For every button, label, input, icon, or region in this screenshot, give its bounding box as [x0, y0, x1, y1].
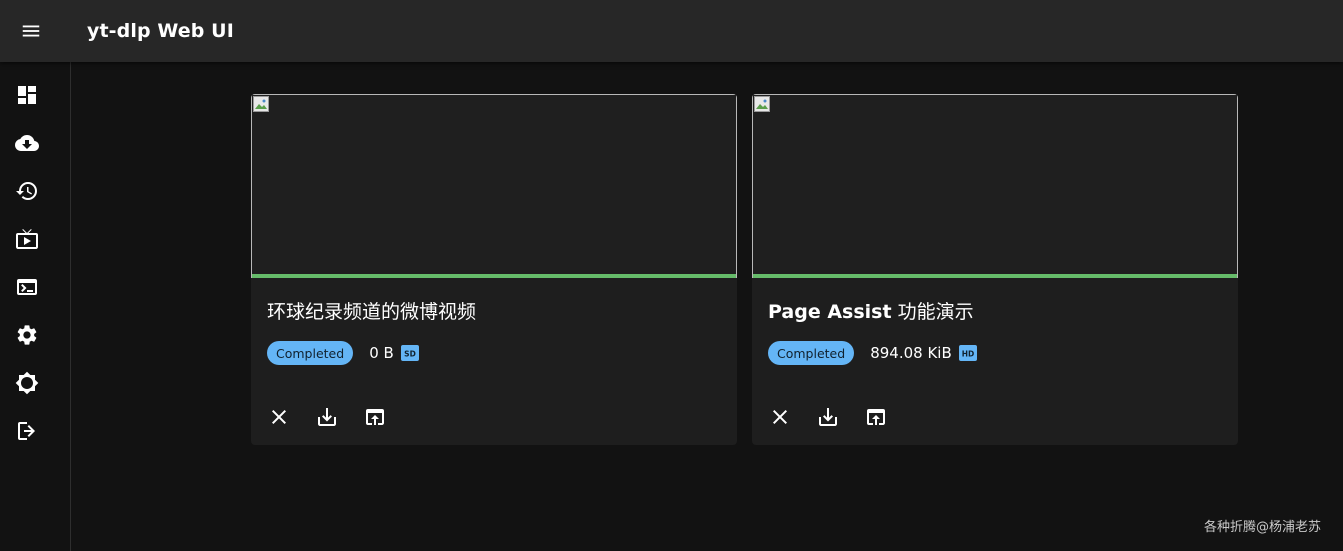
open-in-browser-icon: [366, 409, 384, 425]
sidebar-item-history[interactable]: [0, 169, 70, 213]
open-in-browser-icon: [867, 409, 885, 425]
card-actions: [267, 405, 411, 429]
sidebar-item-theme-toggle[interactable]: [0, 361, 70, 405]
download-file-button[interactable]: [315, 405, 339, 429]
download-meta: Completed 0 B SD: [267, 341, 419, 365]
history-icon: [16, 182, 37, 200]
menu-button[interactable]: [0, 0, 62, 62]
close-icon: [773, 410, 787, 424]
sidebar-item-downloads[interactable]: [0, 121, 70, 165]
open-button[interactable]: [864, 405, 888, 429]
download-progress-bar: [252, 274, 736, 278]
delete-button[interactable]: [267, 405, 291, 429]
logout-icon: [18, 422, 35, 440]
sidebar-item-dashboard[interactable]: [0, 73, 70, 117]
download-card: Page Assist 功能演示 Completed 894.08 KiB HD: [752, 94, 1238, 445]
video-title-bold: Page Assist: [768, 301, 892, 323]
broken-image-icon: [754, 96, 770, 112]
app-bar: yt-dlp Web UI: [0, 0, 1343, 62]
status-chip: Completed: [768, 341, 855, 365]
video-title-rest: 功能演示: [891, 301, 974, 323]
live-tv-icon: [16, 229, 38, 249]
brightness-icon: [15, 371, 39, 395]
download-meta: Completed 894.08 KiB HD: [768, 341, 977, 365]
sidebar-item-settings[interactable]: [0, 313, 70, 357]
card-actions: [768, 405, 912, 429]
svg-text:SD: SD: [404, 350, 416, 359]
open-button[interactable]: [363, 405, 387, 429]
cloud-download-icon: [15, 135, 39, 151]
status-chip: Completed: [267, 341, 354, 365]
video-title: 环球纪录频道的微博视频: [267, 301, 477, 323]
sd-icon: SD: [400, 345, 419, 361]
download-card: 环球纪录频道的微博视频 Completed 0 B SD: [251, 94, 737, 445]
watermark: 各种折腾@杨浦老苏: [1203, 520, 1321, 535]
download-icon: [819, 408, 837, 426]
menu-icon: [22, 25, 40, 37]
progress-fill: [753, 274, 1237, 278]
delete-button[interactable]: [768, 405, 792, 429]
video-thumbnail: [752, 94, 1238, 278]
sidebar-item-live-stream[interactable]: [0, 217, 70, 261]
file-size: 894.08 KiB: [870, 344, 952, 362]
file-size: 0 B: [369, 344, 394, 362]
download-icon: [318, 408, 336, 426]
app-title: yt-dlp Web UI: [87, 20, 234, 42]
svg-text:HD: HD: [961, 350, 974, 359]
dashboard-icon: [18, 86, 36, 104]
terminal-icon: [17, 279, 37, 295]
broken-image-icon: [253, 96, 269, 112]
sidebar-item-terminal[interactable]: [0, 265, 70, 309]
close-icon: [272, 410, 286, 424]
download-file-button[interactable]: [816, 405, 840, 429]
download-progress-bar: [753, 274, 1237, 278]
hd-icon: HD: [958, 345, 977, 361]
settings-icon: [17, 325, 37, 345]
video-thumbnail: [251, 94, 737, 278]
sidebar-item-logout[interactable]: [0, 409, 70, 453]
progress-fill: [252, 274, 736, 278]
video-title: Page Assist 功能演示: [768, 297, 974, 324]
sidebar: [0, 62, 71, 551]
